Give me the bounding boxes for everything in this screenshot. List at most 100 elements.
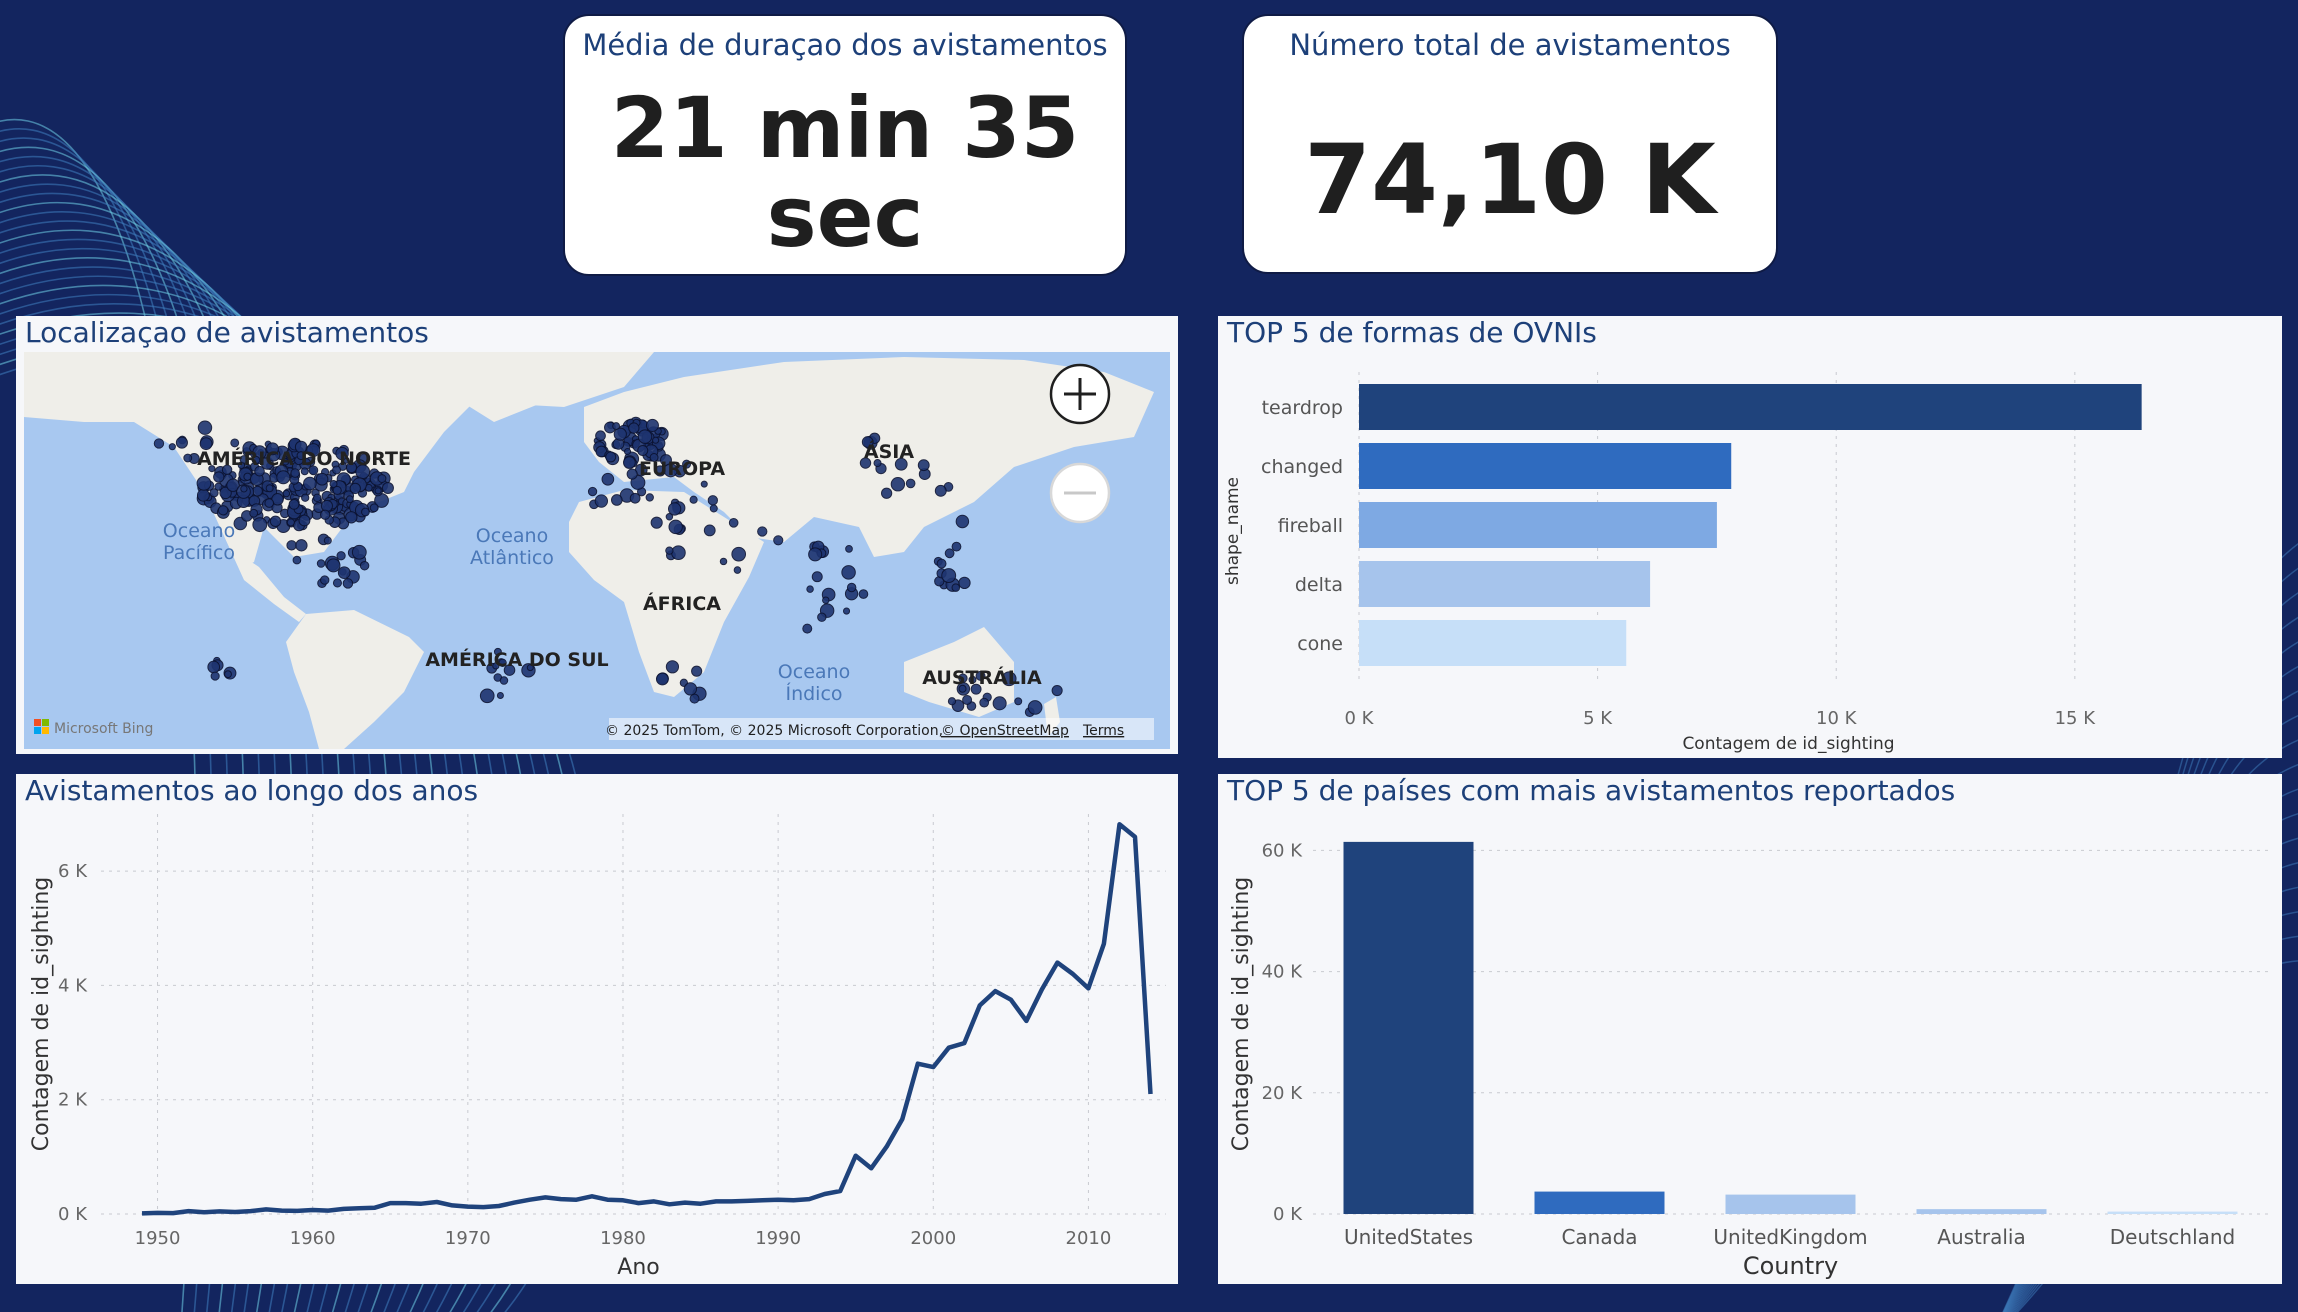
sighting-marker [210, 671, 220, 681]
kpi-title: Média de duraçao dos avistamentos [582, 28, 1108, 62]
sighting-marker [605, 451, 617, 463]
x-tick-label: 0 K [1345, 708, 1375, 729]
sighting-marker [731, 546, 747, 562]
x-axis-title: Country [1743, 1252, 1838, 1280]
sighting-marker [845, 545, 853, 553]
series-line [141, 822, 1153, 1216]
sighting-marker [249, 508, 259, 518]
sighting-marker [303, 476, 317, 491]
sighting-marker [808, 547, 823, 562]
sighting-marker [806, 585, 814, 593]
y-tick-label: 2 K [58, 1090, 88, 1111]
x-tick-label: 1960 [290, 1228, 336, 1249]
sighting-marker [623, 456, 636, 469]
sighting-marker [655, 672, 669, 686]
bar [1343, 841, 1474, 1214]
y-tick-label: 6 K [58, 861, 88, 882]
sighting-marker [175, 436, 188, 449]
sighting-marker [671, 545, 686, 561]
y-axis-title: Contagem de id_sighting [29, 877, 54, 1152]
sighting-marker [381, 482, 394, 495]
sighting-marker [288, 498, 300, 510]
sighting-marker [336, 551, 346, 561]
category-label: teardrop [1262, 397, 1343, 419]
sighting-marker [846, 582, 857, 593]
kpi-title: Número total de avistamentos [1289, 28, 1731, 62]
sighting-marker [822, 596, 830, 604]
zoom-out-button[interactable] [1049, 462, 1111, 524]
world-map[interactable]: AMÉRICA DO NORTE EUROPA ÁSIA ÁFRICA AMÉR… [24, 352, 1170, 749]
sighting-marker [700, 480, 708, 488]
sighting-marker [1027, 700, 1043, 715]
category-label: UnitedStates [1344, 1225, 1473, 1249]
sighting-marker [316, 559, 326, 568]
map-label-indian-2: Índico [785, 682, 842, 705]
sighting-marker [637, 429, 653, 444]
x-axis-title: Contagem de id_sighting [1682, 734, 1894, 754]
sighting-marker [298, 514, 311, 527]
sighting-marker [728, 518, 739, 528]
openstreetmap-link[interactable]: © OpenStreetMap [941, 723, 1069, 739]
sighting-marker [351, 544, 367, 560]
sighting-marker [628, 422, 640, 434]
y-tick-label: 0 K [58, 1204, 88, 1225]
sighting-marker [320, 499, 334, 512]
sighting-marker [645, 493, 654, 502]
years-chart-panel: Avistamentos ao longo dos anos 0 K2 K4 K… [16, 774, 1178, 1284]
sighting-marker [951, 583, 961, 592]
kpi-card-average-duration: Média de duraçao dos avistamentos 21 min… [563, 14, 1127, 276]
sighting-marker [951, 541, 962, 552]
y-tick-label: 60 K [1262, 840, 1304, 861]
x-axis-title: Ano [617, 1255, 659, 1280]
sighting-marker [290, 468, 300, 478]
bar [1359, 561, 1651, 607]
sighting-marker [197, 420, 213, 435]
sighting-marker [345, 495, 354, 504]
sighting-marker [1014, 697, 1023, 706]
years-line-chart: 0 K 2 K 4 K 6 K 1950 1960 1970 1980 1990 2000 2010… [29, 814, 1166, 1280]
sighting-marker [665, 660, 680, 674]
sighting-marker [479, 688, 495, 704]
sighting-marker [629, 492, 641, 504]
map-label-pacific-2: Pacífico [163, 542, 235, 564]
sighting-marker [349, 482, 361, 495]
sighting-marker [361, 507, 370, 517]
sighting-marker [773, 535, 784, 546]
terms-link[interactable]: Terms [1082, 723, 1124, 739]
kpi-value-line1: 21 min 35 [610, 79, 1080, 177]
map-label-europe: EUROPA [639, 458, 725, 480]
map-label-atlantic-2: Atlântico [470, 547, 554, 569]
sighting-marker [276, 470, 291, 485]
sighting-marker [757, 526, 768, 537]
sighting-marker [282, 489, 291, 498]
sighting-marker [842, 607, 851, 615]
sighting-marker [934, 484, 947, 497]
map-copyright: © 2025 TomTom, © 2025 Microsoft Corporat… [605, 723, 943, 739]
sighting-marker [153, 438, 165, 449]
sighting-marker [905, 478, 916, 489]
kpi-value-line2: sec [766, 168, 924, 267]
map-label-australia: AUSTRÁLIA [922, 666, 1042, 689]
y-tick-label: 20 K [1262, 1083, 1304, 1104]
x-tick-label: 10 K [1816, 708, 1858, 729]
sighting-marker [936, 558, 947, 569]
sighting-marker [499, 676, 509, 685]
map-label-north-america: AMÉRICA DO NORTE [197, 447, 411, 470]
x-tick-label: 2000 [910, 1228, 956, 1249]
x-tick-label: 1970 [445, 1228, 491, 1249]
sighting-marker [689, 495, 698, 504]
sighting-marker [292, 555, 302, 565]
sighting-marker [637, 444, 649, 457]
sighting-marker [719, 557, 728, 566]
sighting-marker [496, 692, 504, 700]
sighting-marker [320, 575, 330, 585]
map-label-asia: ÁSIA [864, 440, 914, 463]
category-label: cone [1297, 633, 1343, 655]
sighting-marker [342, 578, 354, 589]
category-label: fireball [1278, 515, 1343, 537]
zoom-in-button[interactable] [1049, 363, 1111, 425]
sighting-marker [979, 697, 990, 708]
sighting-marker [992, 696, 1007, 711]
sighting-marker [240, 485, 248, 493]
countries-chart-panel: TOP 5 de países com mais avistamentos re… [1218, 774, 2282, 1284]
